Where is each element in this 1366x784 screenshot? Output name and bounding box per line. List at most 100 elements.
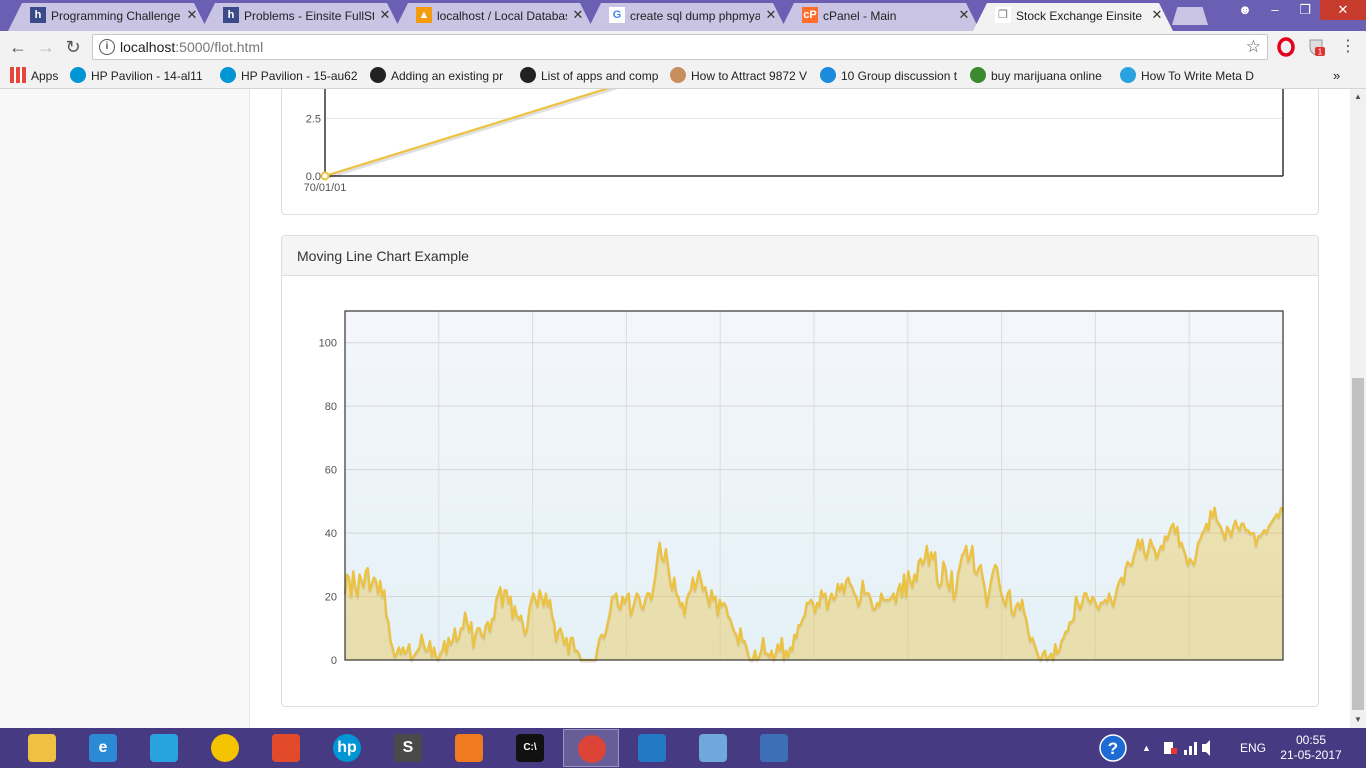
taskbar-app-button[interactable]: e — [75, 729, 131, 767]
taskbar-app-button[interactable] — [197, 729, 253, 767]
svg-text:?: ? — [1108, 739, 1118, 758]
bookmarks-bar: Apps HP Pavilion - 14-al11 HP Pavilion - 1… — [0, 63, 1366, 89]
browser-toolbar: ← → ↻ i localhost:5000/flot.html ☆ 1 ⋮ — [0, 31, 1366, 63]
top-chart-data-point — [320, 171, 330, 181]
bookmark-label: 10 Group discussion t — [841, 69, 958, 83]
phpmyadmin-icon: ▲ — [416, 7, 432, 23]
tab-close-icon[interactable]: ✕ — [1150, 8, 1164, 22]
tab-title: Stock Exchange Einsite C — [1016, 9, 1146, 23]
top-chart-panel: 0.0 2.5 70/01/01 — [281, 89, 1319, 215]
scrollbar-thumb[interactable] — [1352, 378, 1364, 710]
hp-icon — [220, 67, 236, 83]
cpanel-icon: cP — [802, 7, 818, 23]
reader-app-icon — [760, 734, 788, 762]
reload-icon[interactable]: ↻ — [61, 35, 85, 59]
scroll-down-icon[interactable]: ▼ — [1350, 712, 1366, 728]
browser-tab[interactable]: Gcreate sql dump phpmya ✕ — [587, 3, 787, 31]
profile-icon[interactable]: ☻ — [1230, 0, 1260, 20]
browser-tab[interactable]: h Programming Challenge ✕ — [8, 3, 208, 31]
bookmark-label: How to Attract 9872 V — [691, 69, 808, 83]
tab-close-icon[interactable]: ✕ — [764, 8, 778, 22]
bookmark-item[interactable]: Adding an existing pr — [370, 67, 508, 85]
bookmark-label: buy marijuana online — [991, 69, 1102, 83]
moving-chart-y-tick-label: 80 — [325, 401, 337, 413]
browser-tab[interactable]: cP cPanel - Main ✕ — [780, 3, 980, 31]
media-disc-icon — [211, 734, 239, 762]
tray-network-warning-icon[interactable] — [1160, 728, 1210, 768]
tab-close-icon[interactable]: ✕ — [571, 8, 585, 22]
shield-extension-icon[interactable]: 1 — [1306, 37, 1326, 57]
scroll-up-icon[interactable]: ▲ — [1350, 89, 1366, 105]
taskbar-app-button[interactable]: S — [380, 729, 436, 767]
taskbar-app-button[interactable] — [136, 729, 192, 767]
back-arrow-icon[interactable]: ← — [6, 35, 30, 59]
bookmark-label: List of apps and comp — [541, 69, 658, 83]
browser-tab[interactable]: ❐ Stock Exchange Einsite C ✕ — [973, 3, 1173, 31]
media-player-icon — [455, 734, 483, 762]
restore-icon[interactable]: ❐ — [1290, 0, 1320, 20]
taskbar-app-button[interactable] — [563, 729, 619, 767]
top-chart-line-shadow — [325, 89, 619, 180]
tab-close-icon[interactable]: ✕ — [185, 8, 199, 22]
discussion-icon — [820, 67, 836, 83]
language-indicator[interactable]: ENG — [1240, 728, 1266, 768]
taskbar-app-button[interactable] — [14, 729, 70, 767]
bookmark-item[interactable]: How to Attract 9872 V — [670, 67, 808, 85]
help-question-icon: ? — [1099, 734, 1127, 762]
bookmark-item[interactable]: buy marijuana online — [970, 67, 1108, 85]
h-icon: h — [30, 7, 46, 23]
tab-close-icon[interactable]: ✕ — [957, 8, 971, 22]
file-explorer-icon — [28, 734, 56, 762]
clock-date: 21-05-2017 — [1280, 748, 1342, 762]
clock-time: 00:55 — [1295, 733, 1327, 747]
bookmark-star-icon[interactable]: ☆ — [1246, 37, 1261, 57]
bookmark-item[interactable]: Apps — [10, 67, 60, 85]
bookmark-item[interactable]: HP Pavilion - 15-au62 — [220, 67, 358, 85]
windows-taskbar: e hp S C:\ ? ▲ ENG 00:55 21-05-2017 — [0, 728, 1366, 768]
opera-extension-icon[interactable] — [1276, 37, 1296, 57]
browser-tab[interactable]: h Problems - Einsite FullSta ✕ — [201, 3, 401, 31]
shield-badge-icon: 1 — [1309, 39, 1325, 57]
tab-close-icon[interactable]: ✕ — [378, 8, 392, 22]
tray-expand-icon[interactable]: ▲ — [1142, 728, 1151, 768]
bookmark-label: How To Write Meta D — [1141, 69, 1254, 83]
chrome-icon — [578, 735, 606, 763]
tab-title: create sql dump phpmya — [630, 9, 760, 23]
bookmark-item[interactable]: 10 Group discussion t — [820, 67, 958, 85]
taskbar-app-button[interactable] — [441, 729, 497, 767]
page-scrollbar[interactable]: ▲ ▼ — [1350, 89, 1366, 728]
moving-area-chart: 0 20 40 60 80 100 — [319, 310, 1285, 667]
browser-tab-strip: h Programming Challenge ✕ h Problems - Einsi… — [0, 0, 1366, 31]
taskbar-app-button[interactable]: hp — [319, 729, 375, 767]
bookmark-item[interactable]: How To Write Meta D — [1120, 67, 1258, 85]
minimize-icon[interactable]: – — [1260, 0, 1290, 20]
page-sidebar — [0, 89, 250, 728]
taskbar-app-button[interactable] — [746, 729, 802, 767]
hp-app-icon: hp — [333, 734, 361, 762]
tray-status-icons — [1164, 740, 1210, 756]
site-info-icon[interactable]: i — [99, 39, 115, 55]
address-bar[interactable]: i localhost:5000/flot.html ☆ — [92, 34, 1268, 60]
page-viewport: 0.0 2.5 70/01/01 Moving Line Chart Example… — [0, 89, 1350, 728]
taskbar-app-button[interactable] — [258, 729, 314, 767]
svg-text:1: 1 — [1318, 48, 1323, 57]
help-icon[interactable]: ? — [1098, 728, 1128, 768]
forward-arrow-icon[interactable]: → — [34, 35, 58, 59]
taskbar-app-button[interactable]: C:\ — [502, 729, 558, 767]
window-close-icon[interactable]: ✕ — [1320, 0, 1366, 20]
address-url[interactable]: localhost:5000/flot.html — [120, 35, 263, 59]
browser-tab[interactable]: ▲ localhost / Local Databas ✕ — [394, 3, 594, 31]
bookmark-item[interactable]: List of apps and comp — [520, 67, 658, 85]
bookmark-item[interactable]: HP Pavilion - 14-al11 — [70, 67, 208, 85]
hp-icon — [70, 67, 86, 83]
bookmarks-overflow-button[interactable]: » — [1333, 67, 1340, 85]
chrome-menu-icon[interactable]: ⋮ — [1336, 35, 1360, 59]
system-clock[interactable]: 00:55 21-05-2017 — [1280, 733, 1342, 763]
top-line-chart: 0.02.570/01/01 — [304, 89, 1284, 194]
taskbar-app-button[interactable] — [624, 729, 680, 767]
google-icon: G — [609, 7, 625, 23]
tab-title: Problems - Einsite FullSta — [244, 9, 374, 23]
page-blue-icon — [1120, 67, 1136, 83]
taskbar-app-button[interactable] — [685, 729, 741, 767]
new-tab-button[interactable] — [1172, 7, 1208, 25]
